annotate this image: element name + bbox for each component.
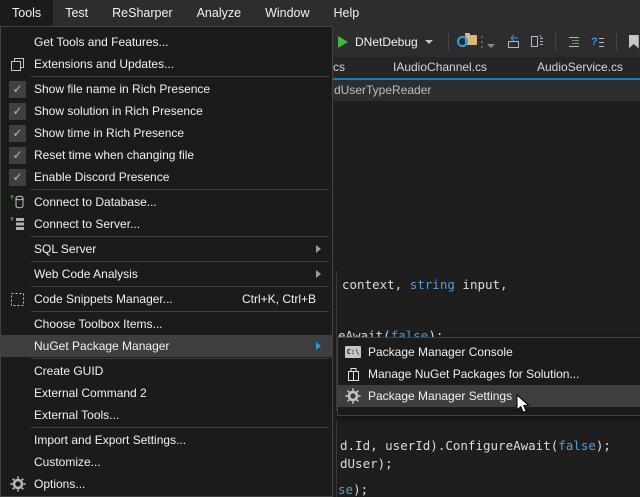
toolbar-separator	[616, 33, 617, 51]
checkmark-icon: ✓	[9, 81, 26, 98]
menu-item-connect-to-database[interactable]: Connect to Database...	[1, 191, 332, 213]
menu-item-extensions-and-updates[interactable]: Extensions and Updates...	[1, 53, 332, 75]
menu-item-nuget-package-manager[interactable]: NuGet Package Manager	[1, 335, 332, 357]
menubar-item-help[interactable]: Help	[322, 0, 372, 26]
menu-separator	[31, 189, 329, 190]
menu-separator	[31, 286, 329, 287]
menu-item-import-export-settings[interactable]: Import and Export Settings...	[1, 429, 332, 451]
menu-item-show-solution-rich-presence[interactable]: ✓ Show solution in Rich Presence	[1, 100, 332, 122]
submenu-item-package-manager-settings[interactable]: Package Manager Settings	[338, 385, 640, 407]
submenu-item-manage-nuget-packages[interactable]: Manage NuGet Packages for Solution...	[338, 363, 640, 385]
menubar-item-resharper[interactable]: ReSharper	[100, 0, 184, 26]
code-line: d.Id, userId).ConfigureAwait(false);	[340, 438, 611, 453]
checkmark-icon: ✓	[9, 169, 26, 186]
code-line: se);	[338, 482, 368, 497]
toolbar-overflow-icon[interactable]	[481, 36, 495, 48]
menu-item-enable-discord-presence[interactable]: ✓ Enable Discord Presence	[1, 166, 332, 188]
menu-item-create-guid[interactable]: Create GUID	[1, 360, 332, 382]
code-line: context, string input,	[342, 277, 508, 292]
server-icon	[10, 216, 26, 232]
indent-guide	[336, 421, 337, 497]
menubar-item-analyze[interactable]: Analyze	[185, 0, 253, 26]
find-in-files-icon[interactable]	[457, 33, 477, 50]
svg-text:?: ?	[591, 36, 598, 48]
menu-item-connect-to-server[interactable]: Connect to Server...	[1, 213, 332, 235]
menu-separator	[31, 236, 329, 237]
run-target-label[interactable]: DNetDebug	[355, 35, 418, 49]
navigate-to-icon[interactable]	[504, 34, 522, 50]
toolbar-separator	[448, 33, 449, 51]
toolbar-separator	[555, 33, 556, 51]
run-icon[interactable]	[338, 36, 348, 48]
menu-item-code-snippets-manager[interactable]: Code Snippets Manager... Ctrl+K, Ctrl+B	[1, 288, 332, 310]
gear-icon	[10, 476, 26, 492]
document-tab-iaudiochannel[interactable]: IAudioChannel.cs	[393, 57, 487, 78]
mouse-cursor	[516, 394, 530, 414]
package-icon	[346, 367, 361, 382]
menu-item-external-tools[interactable]: External Tools...	[1, 404, 332, 426]
menu-item-web-code-analysis[interactable]: Web Code Analysis	[1, 263, 332, 285]
checkmark-icon: ✓	[9, 103, 26, 120]
console-icon: C:\	[345, 346, 361, 358]
menu-item-sql-server[interactable]: SQL Server	[1, 238, 332, 260]
document-outline-icon[interactable]	[528, 34, 546, 50]
menubar-item-test[interactable]: Test	[53, 0, 100, 26]
extensions-icon	[10, 57, 25, 72]
submenu-item-package-manager-console[interactable]: C:\ Package Manager Console	[338, 341, 640, 363]
menu-item-options[interactable]: Options...	[1, 473, 332, 495]
tools-menu: Get Tools and Features... Extensions and…	[0, 26, 333, 497]
breadcrumb[interactable]: dUserTypeReader	[334, 80, 431, 101]
menu-item-customize[interactable]: Customize...	[1, 451, 332, 473]
menu-separator	[31, 76, 329, 77]
submenu-arrow-icon	[316, 270, 321, 278]
run-target-dropdown-icon[interactable]	[425, 40, 433, 44]
menubar-item-tools[interactable]: Tools	[0, 0, 53, 26]
document-tab-audioservice[interactable]: AudioService.cs	[537, 57, 623, 78]
gear-icon	[345, 388, 361, 404]
vs-ide-window: Tools Test ReSharper Analyze Window Help…	[0, 0, 640, 497]
menu-separator	[31, 311, 329, 312]
code-line: dUser);	[340, 456, 393, 471]
menu-item-external-command-2[interactable]: External Command 2	[1, 382, 332, 404]
menu-item-get-tools-and-features[interactable]: Get Tools and Features...	[1, 31, 332, 53]
menubar-item-window[interactable]: Window	[253, 0, 321, 26]
submenu-arrow-icon	[316, 342, 321, 350]
checkmark-icon: ✓	[9, 125, 26, 142]
menu-separator	[31, 261, 329, 262]
menu-item-choose-toolbox-items[interactable]: Choose Toolbox Items...	[1, 313, 332, 335]
nuget-package-manager-submenu: C:\ Package Manager Console Manage NuGet…	[337, 337, 640, 416]
submenu-arrow-icon	[316, 245, 321, 253]
shortcut-label: Ctrl+K, Ctrl+B	[242, 292, 316, 306]
database-icon	[10, 194, 26, 210]
inline-help-icon[interactable]: ?	[589, 34, 607, 50]
menu-separator	[31, 427, 329, 428]
menu-item-show-time-rich-presence[interactable]: ✓ Show time in Rich Presence	[1, 122, 332, 144]
magnifier-icon	[457, 36, 468, 47]
checkmark-icon: ✓	[9, 147, 26, 164]
menu-item-show-file-name-rich-presence[interactable]: ✓ Show file name in Rich Presence	[1, 78, 332, 100]
menu-separator	[31, 358, 329, 359]
snippets-icon	[10, 292, 25, 307]
menu-bar: Tools Test ReSharper Analyze Window Help	[0, 0, 640, 26]
format-indent-icon[interactable]	[565, 34, 583, 50]
bookmark-icon[interactable]	[629, 35, 639, 49]
menu-item-reset-time-changing-file[interactable]: ✓ Reset time when changing file	[1, 144, 332, 166]
document-tab-partial[interactable]: cs	[333, 57, 345, 78]
